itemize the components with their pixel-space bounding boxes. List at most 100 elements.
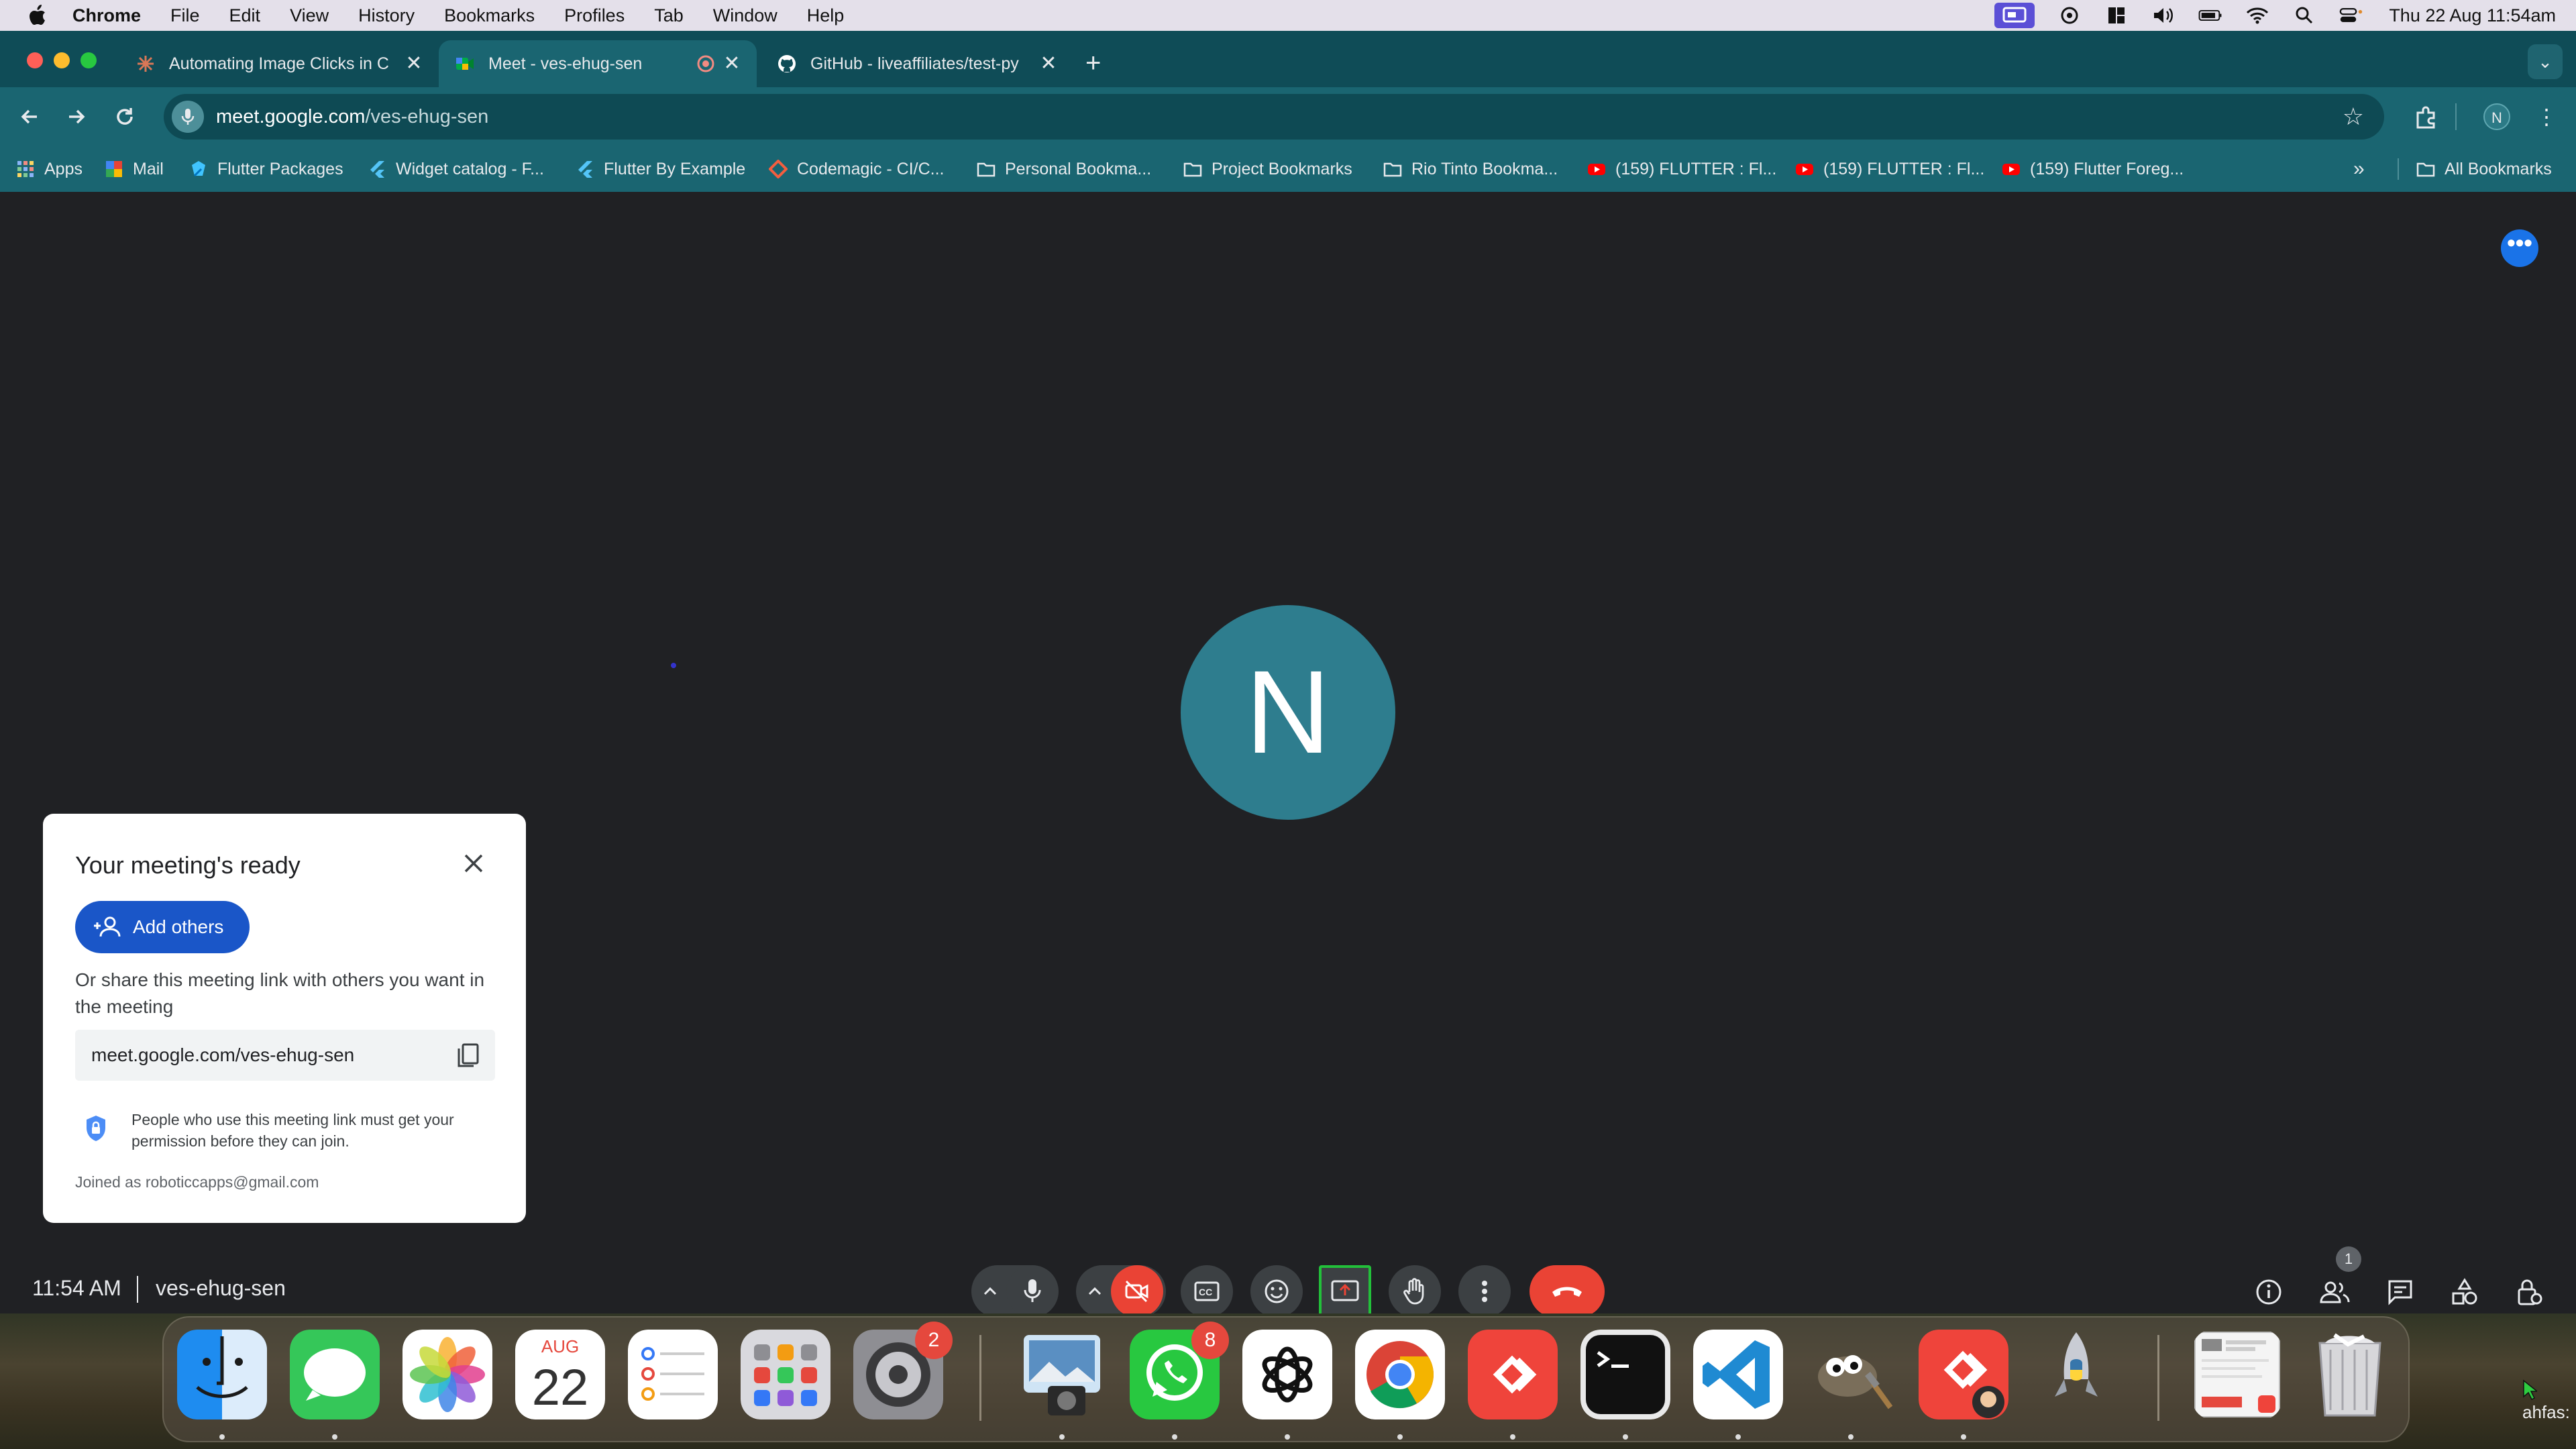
people-button[interactable] [2317,1275,2352,1309]
spotlight-search-icon[interactable] [2292,5,2316,26]
python-launcher-icon[interactable] [2031,1330,2121,1419]
bookmark-flutter-by-example[interactable]: Flutter By Example [576,156,745,182]
menu-view[interactable]: View [290,5,329,26]
captions-button[interactable]: CC [1181,1265,1233,1313]
screen-share-status-icon[interactable] [1994,3,2035,28]
menu-history[interactable]: History [358,5,415,26]
menu-file[interactable]: File [170,5,200,26]
raise-hand-button[interactable] [1389,1265,1441,1313]
back-arrow-icon[interactable] [15,102,44,131]
bookmark-youtube-flutter-2[interactable]: (159) FLUTTER : Fl... [1795,156,1984,182]
messages-icon[interactable] [290,1330,380,1419]
bookmarks-divider [2398,158,2399,180]
meeting-details-button[interactable] [2251,1275,2286,1309]
raise-hand-icon [1403,1278,1424,1305]
audio-options-chevron-icon[interactable] [978,1279,1002,1303]
chat-button[interactable] [2383,1275,2418,1309]
reactions-button[interactable] [1250,1265,1303,1313]
tab-github[interactable]: GitHub - liveaffiliates/test-py ✕ [761,40,1076,87]
terminal-icon[interactable] [1580,1330,1670,1419]
host-controls-button[interactable] [2512,1275,2546,1309]
menu-help[interactable]: Help [807,5,845,26]
profile-avatar[interactable]: N [2483,103,2510,130]
reload-icon[interactable] [110,102,140,131]
menu-app-chrome[interactable]: Chrome [72,5,141,26]
meeting-link-text[interactable]: meet.google.com/ves-ehug-sen [91,1044,354,1066]
copy-icon[interactable] [455,1042,482,1069]
svg-text:CC: CC [1199,1287,1212,1297]
menu-tab[interactable]: Tab [654,5,684,26]
running-indicator [1397,1434,1403,1440]
bookmark-codemagic[interactable]: Codemagic - CI/C... [769,156,945,182]
reminders-icon[interactable] [628,1330,718,1419]
camera-off-button[interactable] [1111,1265,1163,1313]
bookmarks-overflow-chevron-icon[interactable]: » [2353,157,2365,181]
launchpad-icon[interactable] [741,1330,830,1419]
chrome-menu-kebab-icon[interactable]: ⋮ [2530,101,2563,133]
tab-search-icon[interactable]: ⌄ [2528,44,2563,79]
google-chrome-icon[interactable] [1355,1330,1445,1419]
menu-profiles[interactable]: Profiles [564,5,625,26]
more-options-dots-icon[interactable]: ••• [2501,229,2538,267]
menu-edit[interactable]: Edit [229,5,261,26]
chatgpt-status-icon[interactable] [2057,5,2082,26]
control-center-icon[interactable] [2339,5,2363,26]
tab-close-icon[interactable]: ✕ [404,54,424,74]
recent-document-thumbnail-icon[interactable] [2192,1330,2282,1419]
site-info-mic-icon[interactable] [172,101,204,133]
running-indicator [1735,1434,1741,1440]
volume-icon[interactable] [2151,5,2176,26]
meeting-clock: 11:54 AM [32,1276,121,1300]
tab-title: Meet - ves-ehug-sen [488,54,643,73]
leave-call-button[interactable] [1529,1265,1605,1313]
address-bar[interactable]: meet.google.com/ves-ehug-sen ☆ [164,94,2384,140]
apple-icon[interactable] [27,4,47,27]
bookmark-youtube-flutter-foreground[interactable]: (159) Flutter Foreg... [2002,156,2184,182]
tab-close-icon[interactable]: ✕ [1038,54,1059,74]
bookmark-mail[interactable]: Mail [105,156,164,182]
bookmark-flutter-packages[interactable]: Flutter Packages [189,156,343,182]
zoom-window-button[interactable] [80,52,97,68]
calendar-icon[interactable]: AUG 22 [515,1330,605,1419]
bookmark-all-bookmarks[interactable]: All Bookmarks [2416,156,2552,182]
trash-icon[interactable] [2305,1330,2395,1419]
tab-automating-image-clicks[interactable]: Automating Image Clicks in C ✕ [119,40,435,87]
bookmark-youtube-flutter-1[interactable]: (159) FLUTTER : Fl... [1587,156,1776,182]
photos-icon[interactable] [402,1330,492,1419]
vscode-icon[interactable] [1693,1330,1783,1419]
video-options-chevron-icon[interactable] [1083,1279,1107,1303]
anydesk-icon[interactable] [1468,1330,1558,1419]
tab-close-icon[interactable]: ✕ [722,54,742,74]
present-screen-button[interactable] [1319,1265,1371,1313]
finder-icon[interactable] [177,1330,267,1419]
more-options-button[interactable] [1458,1265,1511,1313]
bookmark-star-icon[interactable]: ☆ [2343,103,2364,130]
bookmark-folder-personal[interactable]: Personal Bookma... [977,156,1151,182]
bookmark-apps[interactable]: Apps [16,156,83,182]
new-tab-button[interactable]: + [1085,50,1101,76]
chatgpt-icon[interactable] [1242,1330,1332,1419]
desktop-file-label[interactable]: ahfas: [2522,1402,2570,1423]
minimize-window-button[interactable] [54,52,70,68]
preview-icon[interactable] [1017,1330,1107,1419]
activities-button[interactable] [2447,1275,2482,1309]
close-card-icon[interactable] [459,849,488,878]
microphone-button[interactable] [1006,1265,1059,1313]
menubar-clock[interactable]: Thu 22 Aug 11:54am [2389,5,2556,26]
gimp-icon[interactable] [1806,1330,1896,1419]
tab-meet[interactable]: Meet - ves-ehug-sen ✕ [439,40,757,87]
extensions-puzzle-icon[interactable] [2410,101,2442,133]
menu-window[interactable]: Window [713,5,777,26]
close-window-button[interactable] [27,52,43,68]
forward-arrow-icon[interactable] [62,102,91,131]
menu-bookmarks[interactable]: Bookmarks [444,5,535,26]
battery-icon[interactable] [2198,5,2222,26]
add-others-button[interactable]: Add others [75,901,250,953]
anydesk-profile-icon[interactable] [1919,1330,2008,1419]
bookmark-folder-project[interactable]: Project Bookmarks [1183,156,1352,182]
bookmark-folder-rio-tinto[interactable]: Rio Tinto Bookma... [1383,156,1558,182]
running-indicator [1059,1434,1065,1440]
wifi-icon[interactable] [2245,5,2269,26]
bookmark-widget-catalog[interactable]: Widget catalog - F... [368,156,544,182]
window-manager-status-icon[interactable] [2104,5,2129,26]
